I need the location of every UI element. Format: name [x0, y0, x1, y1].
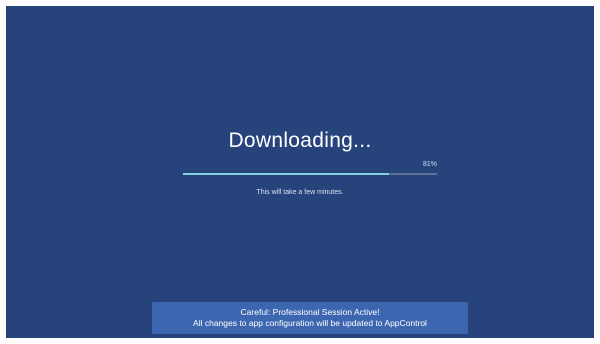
banner-warning-line: Careful: Professional Session Active! — [240, 307, 380, 317]
progress-percent: 81% — [422, 161, 437, 168]
banner-info-line: All changes to app configuration will be… — [193, 318, 427, 328]
progress-bar — [183, 173, 437, 175]
progress-fill — [183, 173, 389, 175]
download-hint: This will take a few minutes. — [256, 189, 344, 196]
professional-session-banner: Careful: Professional Session Active! Al… — [152, 302, 468, 334]
downloading-title: Downloading... — [228, 129, 372, 152]
download-screen: Downloading... 81% This will take a few … — [6, 6, 594, 338]
